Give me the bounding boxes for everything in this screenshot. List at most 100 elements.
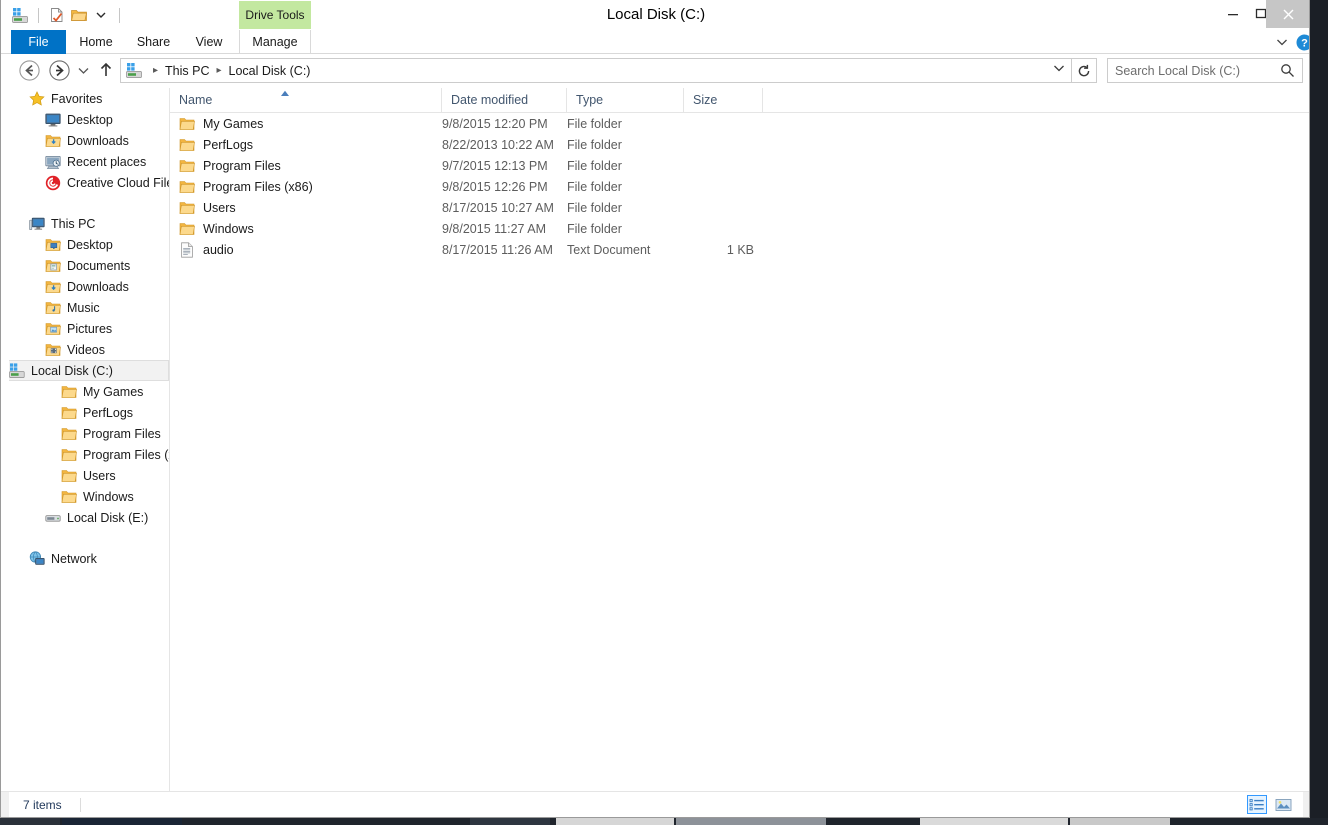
cell-type: Text Document (567, 242, 651, 257)
sidebar-item-music[interactable]: Music (9, 297, 169, 318)
item-count-label: 7 items (23, 797, 62, 812)
sidebar-item-downloads[interactable]: Downloads (9, 130, 169, 151)
sidebar-item-label: Network (51, 551, 97, 566)
sidebar-item-local-disk-c[interactable]: Local Disk (C:) (9, 360, 169, 381)
sidebar-item-desktop[interactable]: Desktop (9, 109, 169, 130)
table-row[interactable]: Windows 9/8/2015 11:27 AM File folder (170, 218, 1309, 239)
sidebar-item-local-disk-e[interactable]: Local Disk (E:) (9, 507, 169, 528)
taskbar-item-6[interactable] (920, 818, 1068, 825)
column-headers: Name Date modified Type Size (170, 88, 1309, 113)
tab-share[interactable]: Share (126, 30, 181, 54)
sidebar-item-videos[interactable]: Videos (9, 339, 169, 360)
table-row[interactable]: PerfLogs 8/22/2013 10:22 AM File folder (170, 134, 1309, 155)
folder-icon (61, 405, 77, 421)
sidebar-item-recent-places[interactable]: Recent places (9, 151, 169, 172)
downloads-folder-icon (45, 133, 61, 149)
chevron-down-icon[interactable] (1273, 34, 1291, 50)
documents-folder-icon (45, 258, 61, 274)
sidebar-item-label: Music (67, 300, 100, 315)
sidebar-item-windows[interactable]: Windows (9, 486, 169, 507)
large-icons-view-button[interactable] (1273, 795, 1293, 814)
taskbar-item-3[interactable] (470, 818, 550, 825)
sidebar-item-label: This PC (51, 216, 96, 231)
sidebar-item-pictures[interactable]: Pictures (9, 318, 169, 339)
tab-manage[interactable]: Manage (239, 30, 311, 54)
tab-home[interactable]: Home (66, 30, 126, 54)
table-row[interactable]: audio 8/17/2015 11:26 AM Text Document 1 KB (170, 239, 1309, 260)
sidebar-item-program-files-x86[interactable]: Program Files (x86 (9, 444, 169, 465)
sidebar-item-program-files[interactable]: Program Files (9, 423, 169, 444)
table-row[interactable]: Program Files (x86) 9/8/2015 12:26 PM File… (170, 176, 1309, 197)
sidebar-item-creative-cloud-files[interactable]: Creative Cloud Files (9, 172, 169, 193)
help-icon[interactable]: ? (1296, 34, 1309, 51)
close-button[interactable] (1266, 0, 1309, 28)
drive-icon[interactable] (9, 4, 31, 26)
taskbar-item-4[interactable] (556, 818, 674, 825)
sidebar-item-label: PerfLogs (83, 405, 134, 420)
sidebar-item-network[interactable]: Network (9, 548, 169, 569)
search-box[interactable] (1107, 58, 1303, 83)
navigation-pane[interactable]: Favorites Desktop Downloads Recent places Cr… (9, 88, 169, 791)
desktop-icon (45, 112, 61, 128)
column-header-size[interactable]: Size (684, 88, 763, 112)
sidebar-item-this-pc[interactable]: This PC (9, 213, 169, 234)
cell-size: 1 KB (726, 242, 754, 257)
sidebar-item-label: Users (83, 468, 116, 483)
breadcrumb-this-pc[interactable]: This PC (163, 64, 211, 78)
file-list-pane[interactable]: Name Date modified Type Size My Games 9/8… (170, 88, 1309, 791)
customize-icon[interactable] (90, 4, 112, 26)
cell-date-modified: 9/8/2015 11:27 AM (442, 221, 547, 236)
sidebar-item-perflogs[interactable]: PerfLogs (9, 402, 169, 423)
breadcrumb-separator-0[interactable]: ▸ (148, 65, 163, 76)
breadcrumb-local-disk-c[interactable]: Local Disk (C:) (227, 64, 313, 78)
properties-icon[interactable] (46, 4, 68, 26)
sidebar-item-my-games[interactable]: My Games (9, 381, 169, 402)
folder-icon (61, 468, 77, 484)
refresh-button[interactable] (1072, 58, 1097, 83)
creative-cloud-icon (45, 175, 61, 191)
file-name-label: PerfLogs (203, 137, 254, 152)
sidebar-item-users[interactable]: Users (9, 465, 169, 486)
text-document-icon (179, 241, 195, 258)
breadcrumb-separator-1[interactable]: ▸ (211, 65, 226, 76)
sidebar-item-documents[interactable]: Documents (9, 255, 169, 276)
forward-button[interactable] (47, 58, 71, 82)
search-icon[interactable] (1280, 63, 1295, 83)
taskbar-item-7[interactable] (1070, 818, 1170, 825)
column-header-name[interactable]: Name (170, 88, 442, 112)
cell-type: File folder (567, 158, 622, 173)
up-button[interactable] (96, 58, 116, 82)
table-row[interactable]: Users 8/17/2015 10:27 AM File folder (170, 197, 1309, 218)
file-name-label: Windows (203, 221, 254, 236)
address-bar[interactable]: ▸ This PC ▸ Local Disk (C:) (120, 58, 1072, 83)
column-header-type[interactable]: Type (567, 88, 684, 112)
recent-locations-button[interactable] (75, 58, 91, 82)
new-folder-icon[interactable] (68, 4, 90, 26)
tab-file[interactable]: File (11, 30, 66, 54)
taskbar[interactable] (0, 818, 1328, 825)
status-bar: 7 items (1, 791, 1309, 817)
search-input[interactable] (1108, 60, 1273, 81)
column-header-date-modified[interactable]: Date modified (442, 88, 567, 112)
cell-date-modified: 9/8/2015 12:20 PM (442, 116, 548, 131)
details-view-button[interactable] (1247, 795, 1267, 814)
breadcrumb-drive-icon (126, 63, 143, 78)
sidebar-item-desktop[interactable]: Desktop (9, 234, 169, 255)
file-rows: My Games 9/8/2015 12:20 PM File folder Perf… (170, 113, 1309, 260)
sidebar-item-label: Recent places (67, 154, 147, 169)
tab-view[interactable]: View (181, 30, 237, 54)
table-row[interactable]: My Games 9/8/2015 12:20 PM File folder (170, 113, 1309, 134)
sidebar-item-favorites[interactable]: Favorites (9, 88, 169, 109)
taskbar-item-2[interactable] (62, 818, 182, 825)
taskbar-item-1[interactable] (0, 818, 60, 825)
cell-date-modified: 8/17/2015 11:26 AM (442, 242, 553, 257)
this-pc-icon (29, 216, 45, 232)
folder-icon (61, 447, 77, 463)
table-row[interactable]: Program Files 9/7/2015 12:13 PM File folde… (170, 155, 1309, 176)
desktop-folder-icon (45, 237, 61, 253)
sidebar-item-downloads[interactable]: Downloads (9, 276, 169, 297)
address-dropdown-icon[interactable] (1053, 64, 1065, 76)
taskbar-item-5[interactable] (676, 818, 826, 825)
back-button[interactable] (17, 58, 41, 82)
downloads-folder-icon (45, 279, 61, 295)
